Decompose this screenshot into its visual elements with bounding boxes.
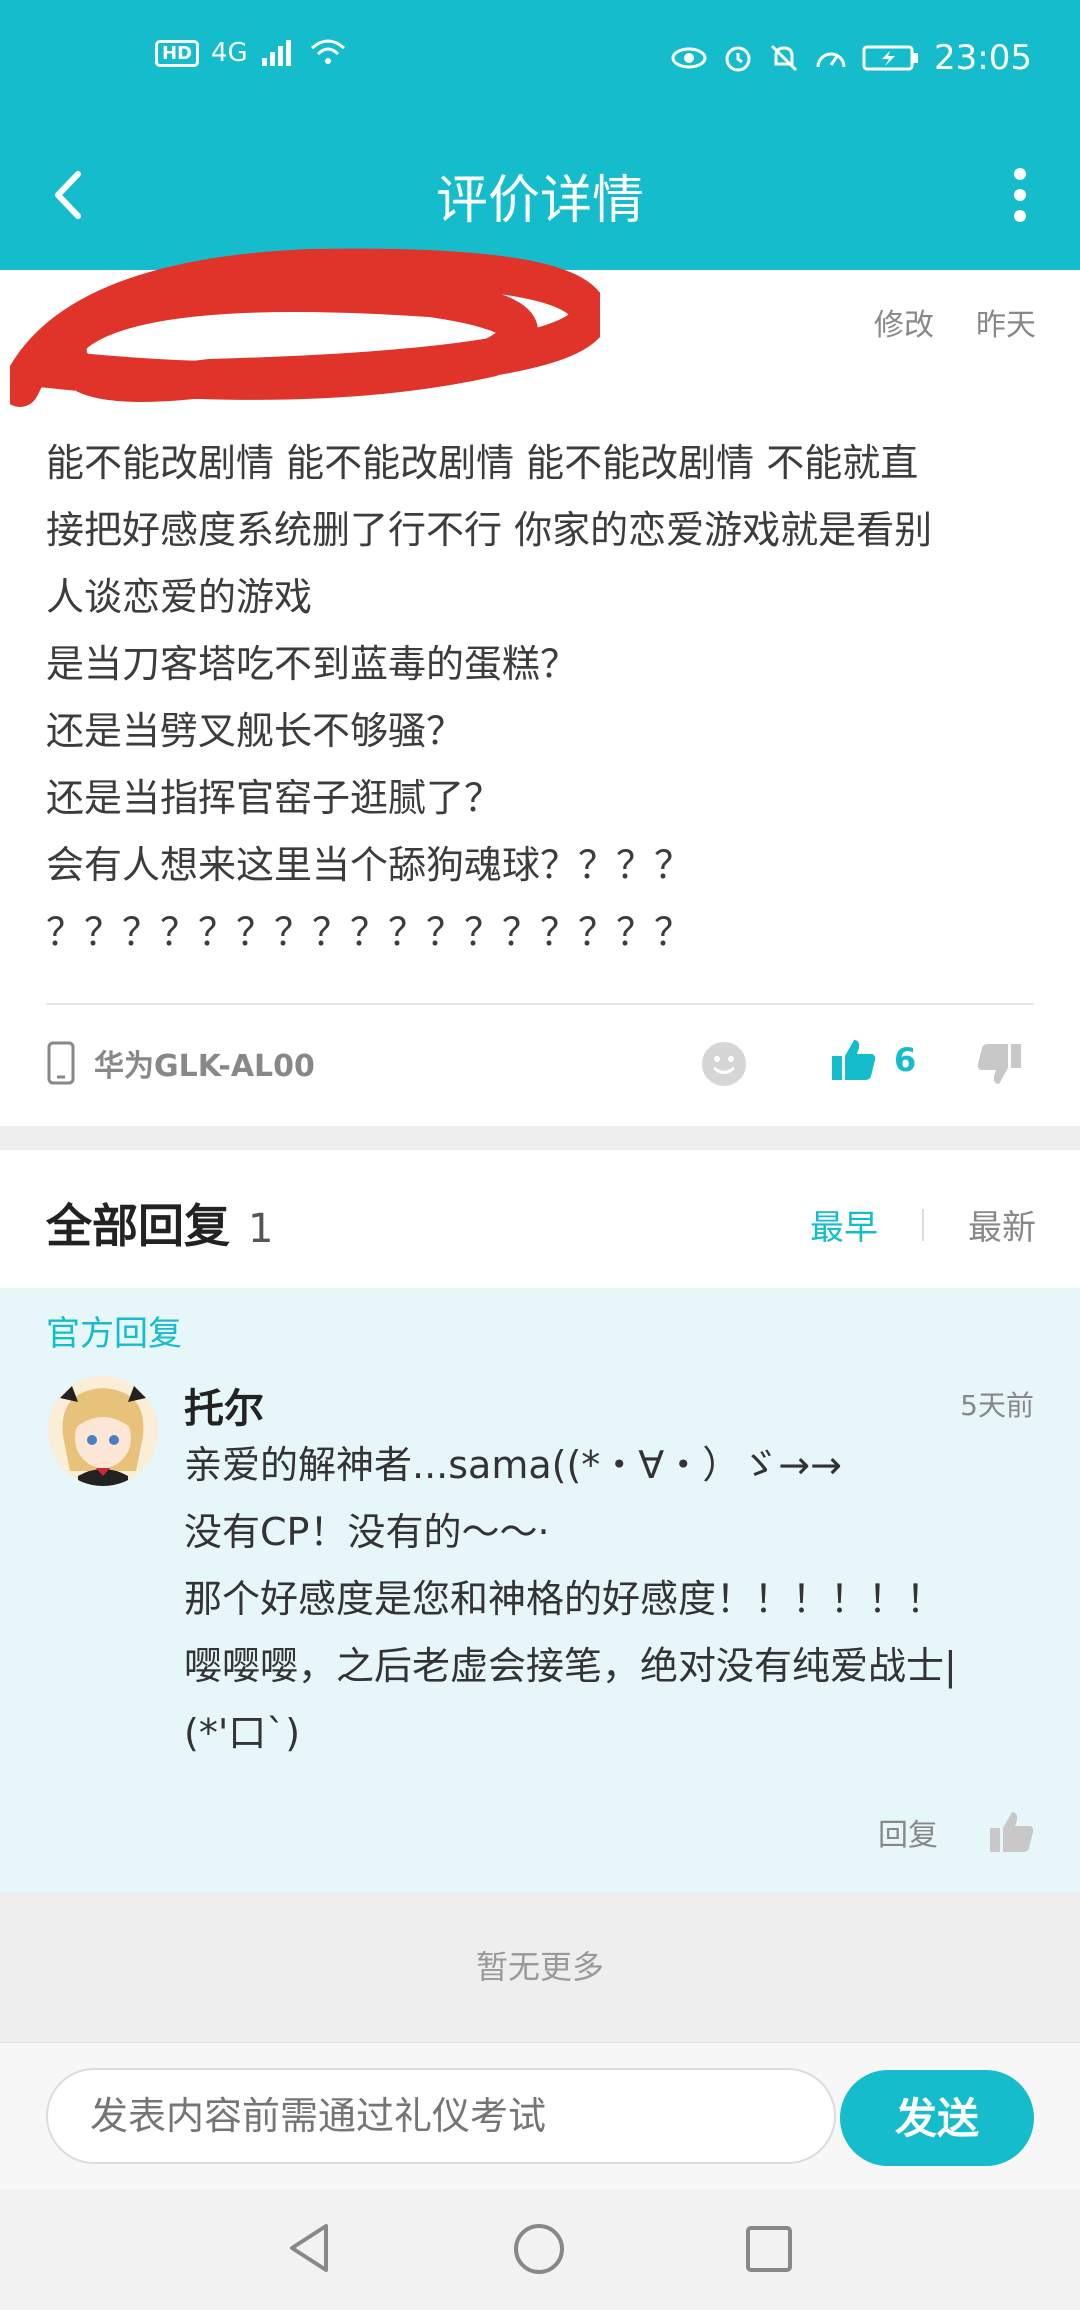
- review-time: 昨天: [976, 308, 1036, 343]
- phone-icon: [47, 1041, 75, 1085]
- emoji-reaction-icon[interactable]: [702, 1042, 746, 1086]
- mute-bell-icon: [770, 44, 798, 72]
- thumbs-up-icon: [832, 1040, 876, 1080]
- sort-tabs: 最早 最新: [810, 1200, 1036, 1249]
- network-type: 4G: [211, 38, 248, 68]
- status-bar: HD 4G 23:05: [0, 0, 1080, 120]
- like-button[interactable]: 6: [830, 1036, 916, 1084]
- back-triangle-icon[interactable]: [284, 2220, 334, 2276]
- reply-time: 5天前: [960, 1389, 1034, 1422]
- replies-title-text: 全部回复: [46, 1199, 230, 1253]
- reply-button[interactable]: 回复: [878, 1810, 938, 1854]
- no-more-text: 暂无更多: [0, 1892, 1080, 2042]
- thumbs-up-icon[interactable]: [988, 1808, 1036, 1856]
- system-nav-bar: [0, 2190, 1080, 2310]
- replies-title: 全部回复 1: [46, 1190, 273, 1256]
- comment-input[interactable]: [46, 2068, 836, 2164]
- clock: 23:05: [934, 38, 1032, 78]
- page-title: 评价详情: [435, 171, 644, 231]
- device-name: 华为GLK-AL00: [94, 1049, 315, 1084]
- eye-icon: [671, 47, 707, 69]
- avatar[interactable]: [48, 1376, 158, 1486]
- thumbs-down-icon[interactable]: [975, 1040, 1023, 1088]
- official-reply-label: 官方回复: [46, 1314, 182, 1354]
- reply-author-name: 托尔: [184, 1386, 264, 1432]
- edit-link[interactable]: 修改: [874, 300, 934, 344]
- signal-icon: [261, 40, 291, 66]
- recents-square-icon[interactable]: [744, 2224, 794, 2274]
- wifi-icon: [310, 39, 345, 64]
- sort-separator: [922, 1208, 924, 1241]
- replies-count: 1: [248, 1206, 274, 1252]
- like-count: 6: [894, 1041, 917, 1079]
- status-left: HD 4G: [155, 38, 348, 68]
- alarm-icon: [725, 46, 751, 72]
- divider: [46, 1003, 1034, 1005]
- reply-text: 亲爱的解神者...sama((*・∀・）ゞ→→ 没有CP！没有的～～· 那个好感…: [184, 1443, 957, 1755]
- send-button[interactable]: 发送: [840, 2070, 1034, 2166]
- device-info: 华为GLK-AL00: [46, 1040, 315, 1086]
- home-circle-icon[interactable]: [512, 2222, 566, 2276]
- section-gap: [0, 1126, 1080, 1150]
- hd-badge: HD: [155, 39, 200, 67]
- reply-actions: 回复: [878, 1808, 1036, 1856]
- status-right: 23:05: [670, 38, 1032, 78]
- sort-latest-tab[interactable]: 最新: [968, 1200, 1036, 1249]
- review-text: 能不能改剧情 能不能改剧情 能不能改剧情 不能就直 接把好感度系统删了行不行 你…: [46, 441, 933, 954]
- review-meta: 修改 昨天: [874, 300, 1036, 344]
- redacted-author-scribble: [10, 248, 600, 407]
- speed-icon: [816, 52, 846, 68]
- sort-earliest-tab[interactable]: 最早: [810, 1200, 878, 1249]
- battery-icon: [862, 45, 919, 71]
- more-icon[interactable]: [1000, 160, 1040, 230]
